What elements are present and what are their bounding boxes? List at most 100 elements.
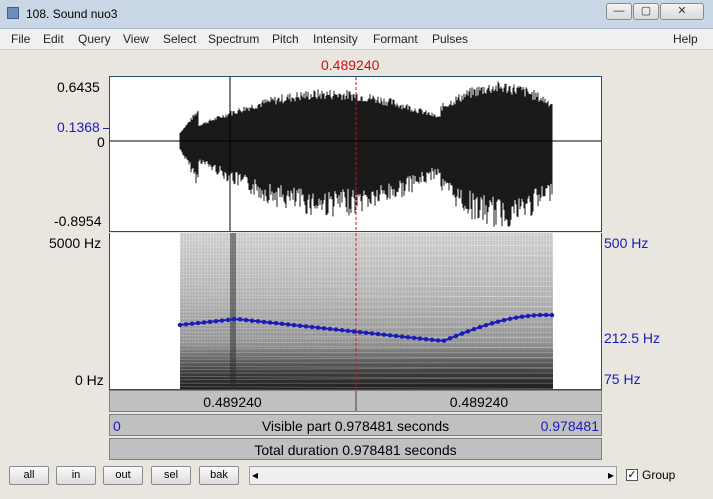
pitch-point — [177, 322, 183, 328]
visible-start-label: 0 — [113, 418, 121, 434]
time-bar-left[interactable]: 0.489240 — [109, 390, 356, 412]
pitch-point — [201, 320, 207, 325]
pitch-point — [489, 321, 495, 326]
menu-intensity[interactable]: Intensity — [313, 32, 358, 46]
menu-spectrum[interactable]: Spectrum — [208, 32, 259, 46]
visible-part-bar[interactable]: 0 Visible part 0.978481 seconds 0.978481 — [109, 414, 602, 436]
pitch-point — [507, 316, 513, 322]
pitch-point — [345, 328, 351, 334]
close-button[interactable]: ✕ — [660, 3, 704, 20]
menu-select[interactable]: Select — [163, 32, 196, 46]
spec-fmax-label: 5000 Hz — [49, 235, 102, 251]
pitch-point — [549, 312, 555, 318]
pitch-point — [207, 319, 213, 325]
menu-help[interactable]: Help — [673, 32, 698, 46]
pitch-point — [459, 331, 465, 336]
pitch-point — [465, 329, 471, 334]
pitch-point — [537, 312, 543, 318]
pitch-point — [327, 326, 333, 332]
pitch-point — [483, 322, 489, 328]
pitch-point — [417, 336, 423, 341]
pitch-point — [183, 322, 189, 327]
group-label: Group — [642, 468, 676, 482]
pitch-point — [447, 336, 453, 341]
pitch-point — [375, 331, 381, 337]
zoom-selection-button[interactable]: sel — [151, 466, 191, 485]
pitch-point — [291, 322, 297, 328]
spectrogram-panel[interactable] — [109, 233, 602, 390]
pitch-point — [225, 317, 231, 323]
pitch-point — [189, 321, 195, 326]
app-icon — [7, 7, 19, 19]
pitch-point — [501, 317, 507, 323]
pitch-point — [411, 335, 417, 341]
window-title: 108. Sound nuo3 — [26, 7, 118, 21]
all-button[interactable]: all — [9, 466, 49, 485]
wave-ymax-label: 0.6435 — [57, 79, 100, 95]
pitch-point — [519, 314, 525, 319]
pitch-point — [273, 321, 279, 326]
visible-end-label: 0.978481 — [540, 418, 599, 434]
waveform-trace — [179, 81, 553, 227]
maximize-button[interactable]: ▢ — [633, 3, 659, 20]
pitch-point — [315, 325, 321, 330]
zoom-in-button[interactable]: in — [56, 466, 96, 485]
pitch-point — [351, 329, 357, 334]
pitch-bottom-label: 75 Hz — [604, 371, 641, 387]
pitch-point — [339, 328, 345, 333]
time-bar-right[interactable]: 0.489240 — [356, 390, 602, 412]
pitch-point — [393, 333, 399, 339]
pitch-point — [399, 334, 405, 339]
pitch-point — [495, 319, 501, 324]
group-checkbox[interactable]: ✓ — [626, 469, 638, 481]
pitch-point — [285, 322, 291, 327]
pitch-point — [231, 317, 237, 322]
pitch-point — [213, 318, 219, 324]
spec-fmin-label: 0 Hz — [75, 372, 104, 388]
pitch-point — [387, 333, 393, 338]
pitch-point — [423, 336, 429, 342]
pitch-point — [471, 326, 477, 332]
visible-part-label: Visible part 0.978481 seconds — [261, 418, 450, 434]
pitch-point — [543, 312, 549, 318]
pitch-point — [513, 315, 519, 320]
pitch-point — [405, 335, 411, 340]
spectrogram-svg — [177, 233, 555, 389]
wave-cursor-value-label: 0.1368 — [57, 119, 100, 135]
zoom-out-button[interactable]: out — [103, 466, 143, 485]
pitch-point — [195, 320, 201, 326]
pitch-point — [441, 338, 447, 343]
horizontal-scrollbar[interactable]: ◂ ▸ — [249, 466, 617, 485]
menu-bar: File Edit Query View Select Spectrum Pit… — [0, 29, 713, 50]
pitch-point — [237, 317, 243, 322]
menu-file[interactable]: File — [11, 32, 30, 46]
menu-edit[interactable]: Edit — [43, 32, 64, 46]
total-duration-bar[interactable]: Total duration 0.978481 seconds — [109, 438, 602, 460]
onset-burst — [230, 233, 236, 389]
pitch-point — [279, 321, 285, 327]
pitch-point — [321, 326, 327, 331]
minimize-button[interactable]: — — [606, 3, 632, 20]
pitch-point — [357, 329, 363, 335]
scroll-left-arrow-icon[interactable]: ◂ — [252, 468, 258, 482]
pitch-point — [477, 324, 483, 330]
pitch-point — [525, 313, 531, 319]
pitch-point — [255, 319, 261, 324]
scroll-right-arrow-icon[interactable]: ▸ — [608, 468, 614, 482]
pitch-point — [267, 320, 273, 325]
menu-view[interactable]: View — [123, 32, 149, 46]
pitch-point — [219, 318, 225, 323]
wave-ymin-label: -0.8954 — [54, 213, 102, 229]
pitch-point — [429, 337, 435, 343]
zoom-back-button[interactable]: bak — [199, 466, 239, 485]
waveform-panel[interactable] — [109, 76, 602, 232]
menu-formant[interactable]: Formant — [373, 32, 418, 46]
menu-pulses[interactable]: Pulses — [432, 32, 468, 46]
menu-query[interactable]: Query — [78, 32, 111, 46]
waveform-svg — [110, 77, 601, 231]
pitch-point — [261, 319, 267, 325]
menu-pitch[interactable]: Pitch — [272, 32, 299, 46]
title-bar: 108. Sound nuo3 — ▢ ✕ — [0, 0, 713, 29]
pitch-point — [435, 338, 441, 343]
pitch-top-label: 500 Hz — [604, 235, 649, 251]
